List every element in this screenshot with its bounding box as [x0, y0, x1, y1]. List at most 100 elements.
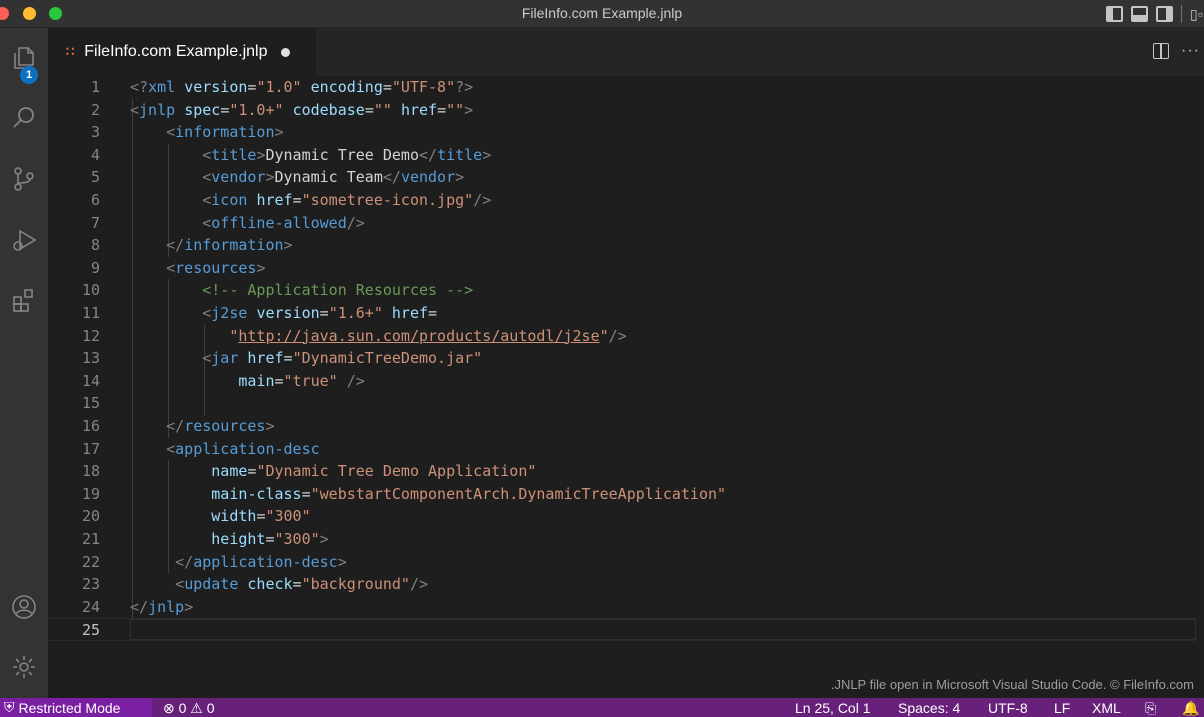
manage-gear-icon[interactable]: [0, 643, 48, 691]
code-text: </information>: [166, 236, 293, 255]
tab-label: FileInfo.com Example.jnlp: [84, 43, 268, 60]
watermark-caption: .JNLP file open in Microsoft Visual Stud…: [830, 677, 1194, 692]
notifications-bell-icon[interactable]: 🔔: [1182, 700, 1199, 717]
code-line[interactable]: 19 main-class="webstartComponentArch.Dyn…: [48, 483, 1196, 506]
code-text: <icon href="sometree-icon.jpg"/>: [202, 191, 492, 209]
line-number: 17: [81, 439, 100, 458]
code-line[interactable]: 20 width="300": [48, 505, 1196, 528]
extensions-icon[interactable]: [0, 276, 48, 324]
line-number: 14: [81, 371, 100, 390]
line-number: 9: [90, 258, 100, 277]
code-line[interactable]: 5 <vendor>Dynamic Team</vendor>: [48, 166, 1196, 189]
line-number: 4: [90, 145, 100, 164]
rss-file-icon: ∷: [66, 44, 75, 59]
code-line[interactable]: 9 <resources>: [48, 257, 1196, 280]
cursor-position[interactable]: Ln 25, Col 1: [795, 700, 871, 716]
code-line[interactable]: 1 <?xml version="1.0" encoding="UTF-8"?>: [48, 76, 1196, 99]
code-text: </jnlp>: [130, 597, 194, 616]
code-line[interactable]: 11 <j2se version="1.6+" href=: [48, 302, 1196, 325]
code-editor[interactable]: 1 <?xml version="1.0" encoding="UTF-8"?> 2…: [48, 76, 1204, 698]
problems-indicator[interactable]: ⊗ 0 ⚠ 0: [163, 700, 215, 717]
code-line[interactable]: 16 </resources>: [48, 415, 1196, 438]
toggle-panel-icon[interactable]: [1131, 6, 1148, 22]
customize-layout-icon[interactable]: ▯▫: [1190, 6, 1204, 23]
code-text: <j2se version="1.6+" href=: [202, 304, 438, 322]
code-line[interactable]: 12 "http://java.sun.com/products/autodl/…: [48, 325, 1196, 348]
layout-controls: ▯▫: [1106, 4, 1204, 24]
code-line[interactable]: 2 <jnlp spec="1.0+" codebase="" href="">: [48, 99, 1196, 122]
indentation-setting[interactable]: Spaces: 4: [898, 700, 960, 716]
line-number: 13: [81, 349, 100, 368]
account-icon[interactable]: [0, 583, 48, 631]
explorer-icon[interactable]: 1: [0, 34, 48, 84]
line-number: 3: [90, 123, 100, 142]
toggle-primary-sidebar-icon[interactable]: [1106, 6, 1123, 22]
line-number: 24: [81, 597, 100, 616]
code-line[interactable]: 15: [48, 392, 1196, 415]
code-text: <information>: [166, 123, 284, 142]
more-actions-icon[interactable]: ···: [1181, 42, 1200, 60]
code-text: <update check="background"/>: [175, 575, 429, 594]
code-text: main-class="webstartComponentArch.Dynami…: [211, 484, 727, 503]
source-control-icon[interactable]: [0, 155, 48, 203]
eol-selector[interactable]: LF: [1054, 700, 1070, 716]
line-number: 6: [90, 191, 100, 209]
line-number: 5: [90, 168, 100, 187]
code-line[interactable]: 13 <jar href="DynamicTreeDemo.jar": [48, 347, 1196, 370]
line-number: 16: [81, 417, 100, 435]
code-line[interactable]: 22 </application-desc>: [48, 551, 1196, 574]
code-line[interactable]: 7 <offline-allowed/>: [48, 212, 1196, 235]
code-text: "http://java.sun.com/products/autodl/j2s…: [229, 326, 627, 345]
code-text: <resources>: [166, 258, 266, 277]
code-text: main="true" />: [238, 371, 365, 390]
code-text: <jnlp spec="1.0+" codebase="" href="">: [130, 100, 474, 119]
code-text: </resources>: [166, 417, 275, 435]
code-line[interactable]: 17 <application-desc: [48, 438, 1196, 461]
toggle-secondary-sidebar-icon[interactable]: [1156, 6, 1173, 22]
restricted-mode-indicator[interactable]: ⛨ Restricted Mode: [0, 698, 152, 717]
code-line[interactable]: 24 </jnlp>: [48, 596, 1196, 619]
code-line[interactable]: 3 <information>: [48, 121, 1196, 144]
line-number: 22: [81, 552, 100, 571]
status-bar: ⛨ Restricted Mode ⊗ 0 ⚠ 0 Ln 25, Col 1 S…: [0, 698, 1204, 717]
encoding-selector[interactable]: UTF-8: [988, 700, 1028, 716]
code-line[interactable]: 18 name="Dynamic Tree Demo Application": [48, 460, 1196, 483]
line-number: 19: [81, 484, 100, 503]
title-bar: FileInfo.com Example.jnlp ▯▫: [0, 0, 1204, 28]
code-line[interactable]: 25: [48, 618, 1196, 641]
code-line[interactable]: 8 </information>: [48, 234, 1196, 257]
code-line[interactable]: 4 <title>Dynamic Tree Demo</title>: [48, 144, 1196, 167]
code-text: <offline-allowed/>: [202, 213, 365, 232]
language-mode-selector[interactable]: XML: [1092, 700, 1121, 716]
line-number: 12: [81, 326, 100, 345]
code-line[interactable]: 14 main="true" />: [48, 370, 1196, 393]
code-text: <vendor>Dynamic Team</vendor>: [202, 168, 465, 187]
line-number: 11: [81, 304, 100, 322]
code-text: </application-desc>: [175, 552, 347, 571]
code-line[interactable]: 23 <update check="background"/>: [48, 573, 1196, 596]
layout-divider: [1181, 5, 1182, 23]
line-number: 15: [81, 394, 100, 413]
code-text: <title>Dynamic Tree Demo</title>: [202, 145, 492, 164]
code-line[interactable]: 21 height="300">: [48, 528, 1196, 551]
line-number: 10: [81, 281, 100, 300]
code-text: <!-- Application Resources -->: [202, 281, 474, 300]
feedback-icon[interactable]: ⎘: [1145, 700, 1156, 717]
run-and-debug-icon[interactable]: [0, 216, 48, 264]
code-line[interactable]: 6 <icon href="sometree-icon.jpg"/>: [48, 189, 1196, 212]
tab-fileinfo-example[interactable]: ∷ FileInfo.com Example.jnlp: [48, 28, 316, 76]
activity-bar: 1: [0, 28, 48, 698]
code-text: name="Dynamic Tree Demo Application": [211, 462, 537, 481]
restricted-mode-label: Restricted Mode: [18, 699, 121, 716]
line-number: 7: [90, 213, 100, 232]
unsaved-indicator-icon[interactable]: [281, 47, 291, 57]
split-editor-icon[interactable]: [1153, 43, 1170, 59]
search-icon[interactable]: [0, 94, 48, 142]
code-text: width="300": [211, 507, 311, 526]
code-text: <application-desc: [166, 439, 320, 458]
explorer-badge: 1: [20, 66, 38, 84]
code-line[interactable]: 10 <!-- Application Resources -->: [48, 279, 1196, 302]
line-number: 20: [81, 507, 100, 526]
code-text: <?xml version="1.0" encoding="UTF-8"?>: [130, 78, 474, 96]
line-number: 23: [81, 575, 100, 594]
